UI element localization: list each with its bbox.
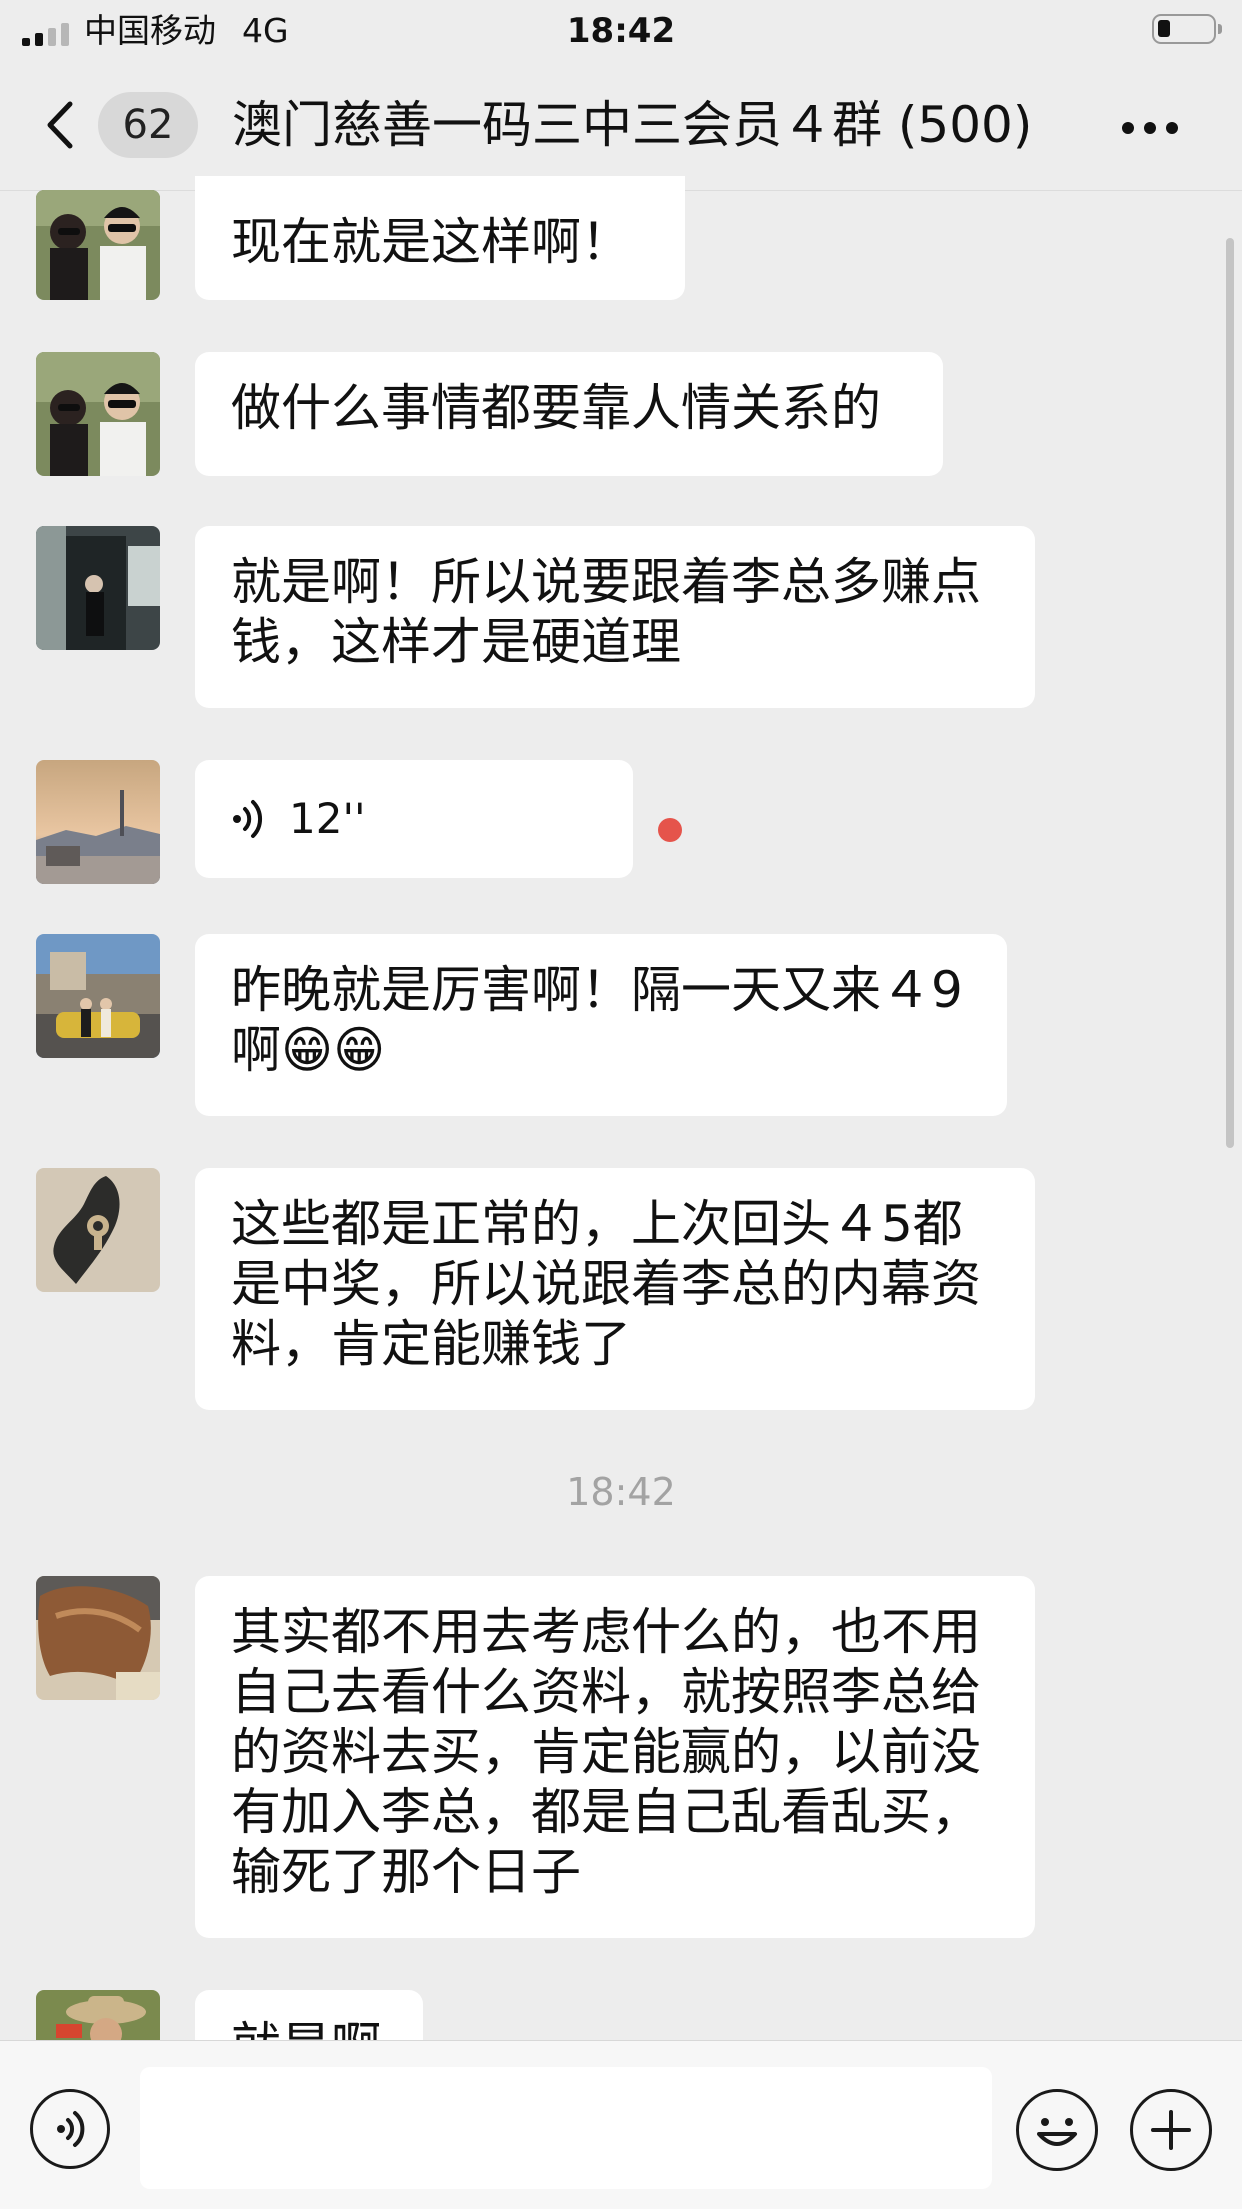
voice-message-bubble[interactable]: 12'': [195, 760, 633, 878]
message-text: 现在就是这样啊！: [231, 213, 631, 271]
message-text: 就是啊！所以说要跟着李总多赚点钱，这样才是硬道理: [231, 553, 981, 671]
message-bubble[interactable]: 做什么事情都要靠人情关系的: [195, 352, 943, 476]
back-button[interactable]: [36, 92, 96, 158]
sunset-tower-photo-avatar: [36, 760, 160, 884]
chevron-left-icon: [47, 101, 73, 149]
more-options-button[interactable]: [1122, 122, 1178, 134]
avatar[interactable]: [36, 526, 160, 650]
hat-man-photo-avatar: [36, 1990, 160, 2040]
hair-selfie-photo-avatar: [36, 1576, 160, 1700]
avatar[interactable]: [36, 1576, 160, 1700]
time-divider: 18:42: [566, 1470, 676, 1514]
emoji-button[interactable]: [1016, 2089, 1098, 2171]
voice-input-button[interactable]: [30, 2089, 110, 2169]
message-bubble[interactable]: 就是啊: [195, 1990, 423, 2040]
message-text: 就是啊: [231, 2016, 387, 2040]
chat-header: 62 澳门慈善一码三中三会员４群 (500): [0, 62, 1242, 191]
chat-title: 澳门慈善一码三中三会员４群 (500): [232, 96, 1033, 154]
unread-count-badge[interactable]: 62: [98, 92, 198, 158]
more-functions-button[interactable]: [1130, 2089, 1212, 2171]
avatar[interactable]: [36, 1990, 160, 2040]
message-text: 其实都不用去考虑什么的，也不用自己去看什么资料，就按照李总给的资料去买，肯定能赢…: [231, 1603, 981, 1901]
message-text: 这些都是正常的，上次回头４5都是中奖，所以说跟着李总的内幕资料，肯定能赚钱了: [231, 1195, 981, 1373]
message-text: 昨晚就是厉害啊！隔一天又来４9啊😁😁: [231, 961, 963, 1079]
unplayed-voice-dot: [658, 818, 682, 842]
status-bar: 中国移动 4G 18:42: [0, 0, 1242, 62]
avatar[interactable]: [36, 190, 160, 300]
doorway-photo-avatar: [36, 526, 160, 650]
voice-input-icon: [57, 2111, 85, 2147]
island-map-photo-avatar: [36, 1168, 160, 1292]
message-bubble[interactable]: 就是啊！所以说要跟着李总多赚点钱，这样才是硬道理: [195, 526, 1035, 708]
couple-photo-avatar: [36, 352, 160, 476]
battery-icon: [1152, 14, 1222, 44]
avatar[interactable]: [36, 760, 160, 884]
message-bubble[interactable]: 其实都不用去考虑什么的，也不用自己去看什么资料，就按照李总给的资料去买，肯定能赢…: [195, 1576, 1035, 1938]
message-bubble[interactable]: 现在就是这样啊！: [195, 176, 685, 300]
avatar[interactable]: [36, 352, 160, 476]
message-row: 就是啊: [0, 1990, 1242, 2040]
scrollbar[interactable]: [1226, 238, 1234, 1148]
message-bubble[interactable]: 这些都是正常的，上次回头４5都是中奖，所以说跟着李总的内幕资料，肯定能赚钱了: [195, 1168, 1035, 1410]
street-car-photo-avatar: [36, 934, 160, 1058]
voice-wave-icon: [233, 800, 263, 838]
plus-icon: [1151, 2110, 1191, 2150]
avatar[interactable]: [36, 934, 160, 1058]
voice-duration: 12'': [289, 794, 366, 843]
emoji-icon: [1037, 2118, 1077, 2146]
more-dots-icon: [1122, 122, 1134, 134]
message-text: 做什么事情都要靠人情关系的: [231, 379, 881, 437]
message-input[interactable]: [140, 2067, 992, 2189]
status-time: 18:42: [566, 11, 676, 51]
avatar[interactable]: [36, 1168, 160, 1292]
message-bubble[interactable]: 昨晚就是厉害啊！隔一天又来４9啊😁😁: [195, 934, 1007, 1116]
input-bar: [0, 2040, 1242, 2209]
couple-photo-avatar: [36, 190, 160, 300]
